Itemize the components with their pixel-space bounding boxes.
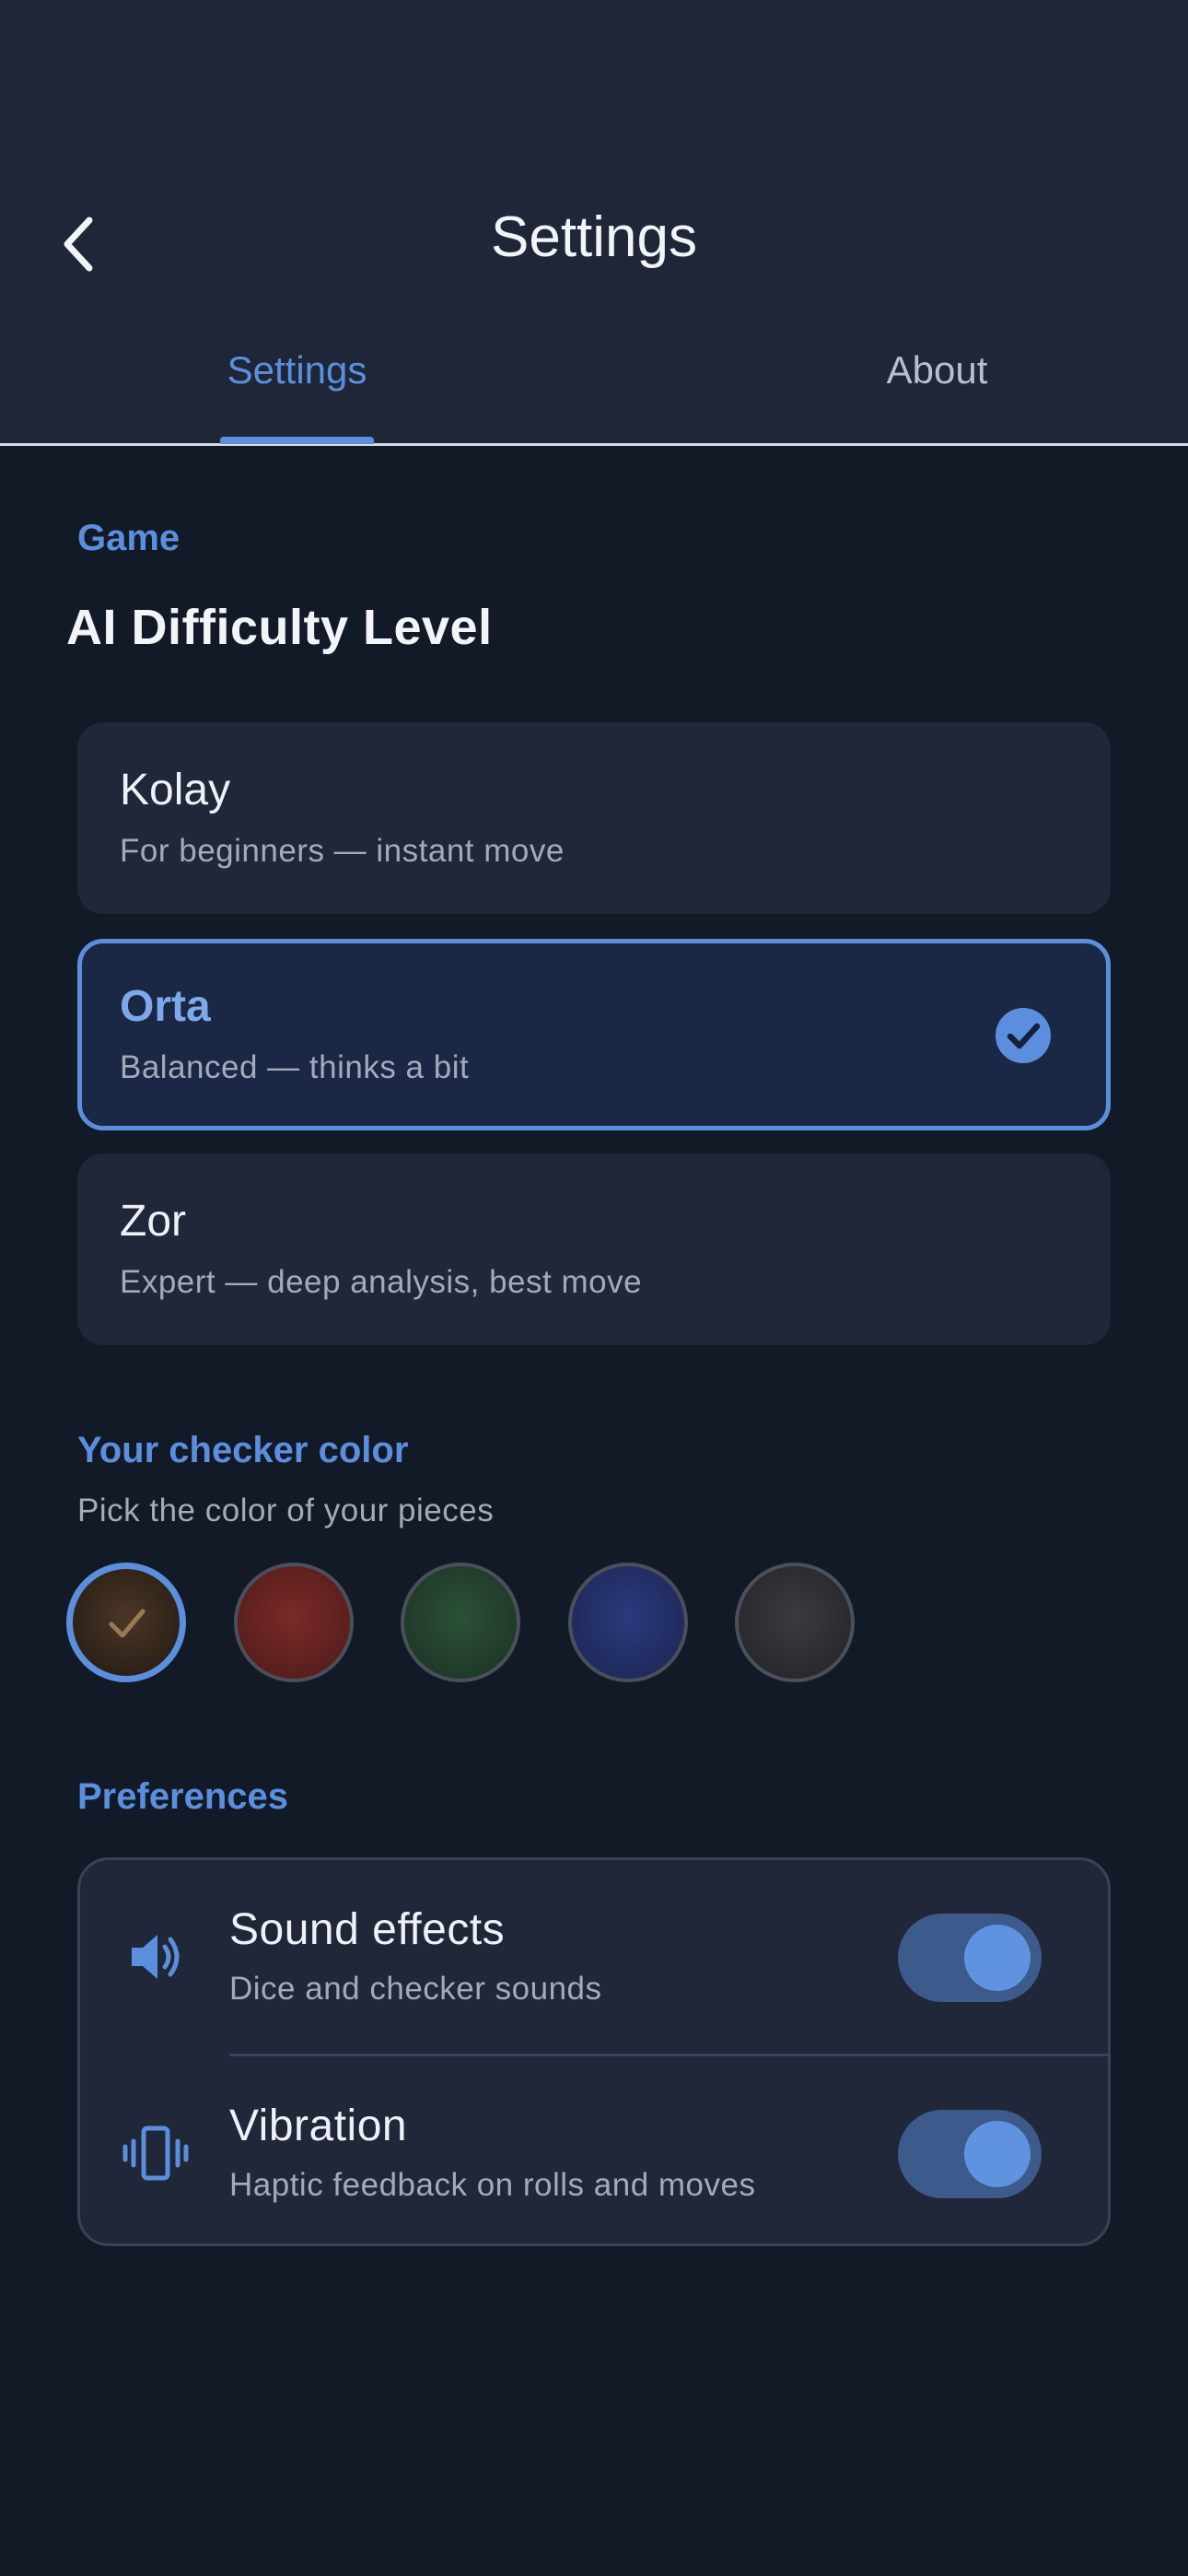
difficulty-option-orta[interactable]: Orta Balanced — thinks a bit bbox=[77, 939, 1111, 1130]
option-subtitle: For beginners — instant move bbox=[120, 833, 565, 869]
vibration-toggle[interactable] bbox=[898, 2110, 1042, 2198]
page-title: Settings bbox=[490, 205, 698, 269]
pref-title: Vibration bbox=[229, 2102, 408, 2150]
pref-subtitle: Dice and checker sounds bbox=[229, 1971, 602, 2007]
tab-settings[interactable]: Settings bbox=[212, 348, 382, 392]
color-swatch-black[interactable] bbox=[735, 1563, 855, 1682]
option-subtitle: Expert — deep analysis, best move bbox=[120, 1264, 643, 1300]
app-header: Settings Settings About bbox=[0, 0, 1188, 446]
option-title: Kolay bbox=[120, 766, 231, 814]
section-label-preferences: Preferences bbox=[77, 1776, 289, 1817]
difficulty-heading: AI Difficulty Level bbox=[66, 600, 493, 655]
pref-row-vibration: Vibration Haptic feedback on rolls and m… bbox=[80, 2056, 1108, 2250]
sound-effects-toggle[interactable] bbox=[898, 1914, 1042, 2002]
pref-subtitle: Haptic feedback on rolls and moves bbox=[229, 2167, 756, 2203]
option-subtitle: Balanced — thinks a bit bbox=[120, 1049, 470, 1085]
speaker-icon bbox=[132, 1935, 180, 1979]
toggle-knob bbox=[964, 1925, 1031, 1991]
checker-color-subtitle: Pick the color of your pieces bbox=[77, 1493, 495, 1528]
check-circle-icon bbox=[996, 1008, 1051, 1063]
color-swatch-blue[interactable] bbox=[568, 1563, 688, 1682]
difficulty-option-zor[interactable]: Zor Expert — deep analysis, best move bbox=[77, 1153, 1111, 1345]
section-label-game: Game bbox=[77, 518, 181, 558]
tab-about[interactable]: About bbox=[824, 348, 1050, 392]
active-tab-indicator bbox=[220, 437, 374, 444]
toggle-knob bbox=[964, 2121, 1031, 2187]
difficulty-option-kolay[interactable]: Kolay For beginners — instant move bbox=[77, 722, 1111, 914]
option-title: Orta bbox=[120, 982, 211, 1031]
pref-title: Sound effects bbox=[229, 1905, 506, 1954]
check-icon bbox=[109, 1609, 146, 1638]
color-swatch-red[interactable] bbox=[234, 1563, 354, 1682]
pref-row-sound: Sound effects Dice and checker sounds bbox=[80, 1860, 1108, 2054]
vibration-icon bbox=[122, 2125, 189, 2181]
color-swatch-brown[interactable] bbox=[66, 1563, 186, 1682]
option-title: Zor bbox=[120, 1197, 186, 1246]
section-label-checker-color: Your checker color bbox=[77, 1430, 409, 1470]
color-swatch-green[interactable] bbox=[401, 1563, 520, 1682]
preferences-card: Sound effects Dice and checker sounds Vi… bbox=[77, 1857, 1111, 2246]
